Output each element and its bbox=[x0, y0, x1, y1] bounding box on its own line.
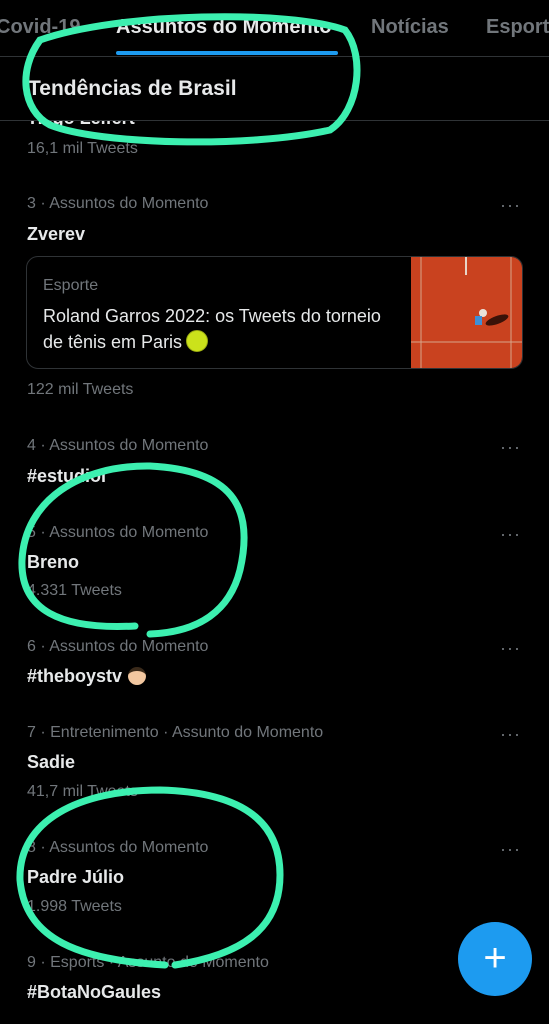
annotation-circle-breno bbox=[18, 462, 248, 638]
tab-sports[interactable]: Esporte bbox=[486, 16, 549, 39]
plus-icon[interactable]: + bbox=[458, 922, 532, 996]
more-options-icon[interactable]: ··· bbox=[500, 525, 521, 543]
card-category: Esporte bbox=[43, 277, 99, 294]
more-options-icon[interactable]: ··· bbox=[500, 438, 521, 456]
trend-meta: 8 · Assuntos do Momento bbox=[27, 839, 209, 856]
tab-news[interactable]: Notícias bbox=[371, 16, 449, 39]
trend-meta: 7 · Entretenimento · Assunto do Momento bbox=[27, 724, 324, 741]
trend-news-card[interactable]: Esporte Roland Garros 2022: os Tweets do… bbox=[26, 256, 523, 369]
trend-count: 4.331 Tweets bbox=[27, 582, 122, 599]
character-emoji-icon bbox=[128, 667, 147, 685]
section-title: Tendências de Brasil bbox=[28, 77, 237, 100]
card-title: Roland Garros 2022: os Tweets do torneio… bbox=[43, 303, 383, 355]
section-header: Tendências de Brasil bbox=[0, 57, 549, 121]
card-title-text: Roland Garros 2022: os Tweets do torneio… bbox=[43, 306, 381, 352]
trend-name[interactable]: Sadie bbox=[27, 752, 75, 773]
tab-trending[interactable]: Assuntos do Momento bbox=[116, 16, 332, 39]
card-thumbnail bbox=[411, 257, 522, 368]
more-options-icon[interactable]: ··· bbox=[500, 639, 521, 657]
trend-meta: 9 · Esports · Assunto do Momento bbox=[27, 954, 269, 971]
explore-tabs: Covid-19 Assuntos do Momento Notícias Es… bbox=[0, 0, 549, 57]
trend-name[interactable]: Padre Júlio bbox=[27, 867, 124, 888]
trend-meta: 3 · Assuntos do Momento bbox=[27, 195, 209, 212]
trend-name[interactable]: #BotaNoGaules bbox=[27, 982, 161, 1003]
trend-meta: 5 · Assuntos do Momento bbox=[27, 524, 209, 541]
trend-count: 122 mil Tweets bbox=[27, 381, 134, 398]
trend-count: 1.998 Tweets bbox=[27, 898, 122, 915]
trend-name[interactable]: Breno bbox=[27, 552, 79, 573]
trend-name[interactable]: #estudioi bbox=[27, 466, 106, 487]
more-options-icon[interactable]: ··· bbox=[500, 725, 521, 743]
trend-count: 16,1 mil Tweets bbox=[27, 140, 138, 157]
trend-name[interactable]: Zverev bbox=[27, 224, 85, 245]
more-options-icon[interactable]: ··· bbox=[500, 196, 521, 214]
trend-name: #theboystv bbox=[27, 666, 123, 686]
tennis-ball-icon bbox=[186, 330, 209, 352]
tab-covid[interactable]: Covid-19 bbox=[0, 16, 80, 39]
trend-meta: 4 · Assuntos do Momento bbox=[27, 437, 209, 454]
trend-count: 41,7 mil Tweets bbox=[27, 783, 138, 800]
trend-meta: 6 · Assuntos do Momento bbox=[27, 638, 209, 655]
active-tab-indicator bbox=[116, 51, 338, 55]
more-options-icon[interactable]: ··· bbox=[500, 840, 521, 858]
trend-name-row[interactable]: #theboystv bbox=[27, 666, 147, 687]
